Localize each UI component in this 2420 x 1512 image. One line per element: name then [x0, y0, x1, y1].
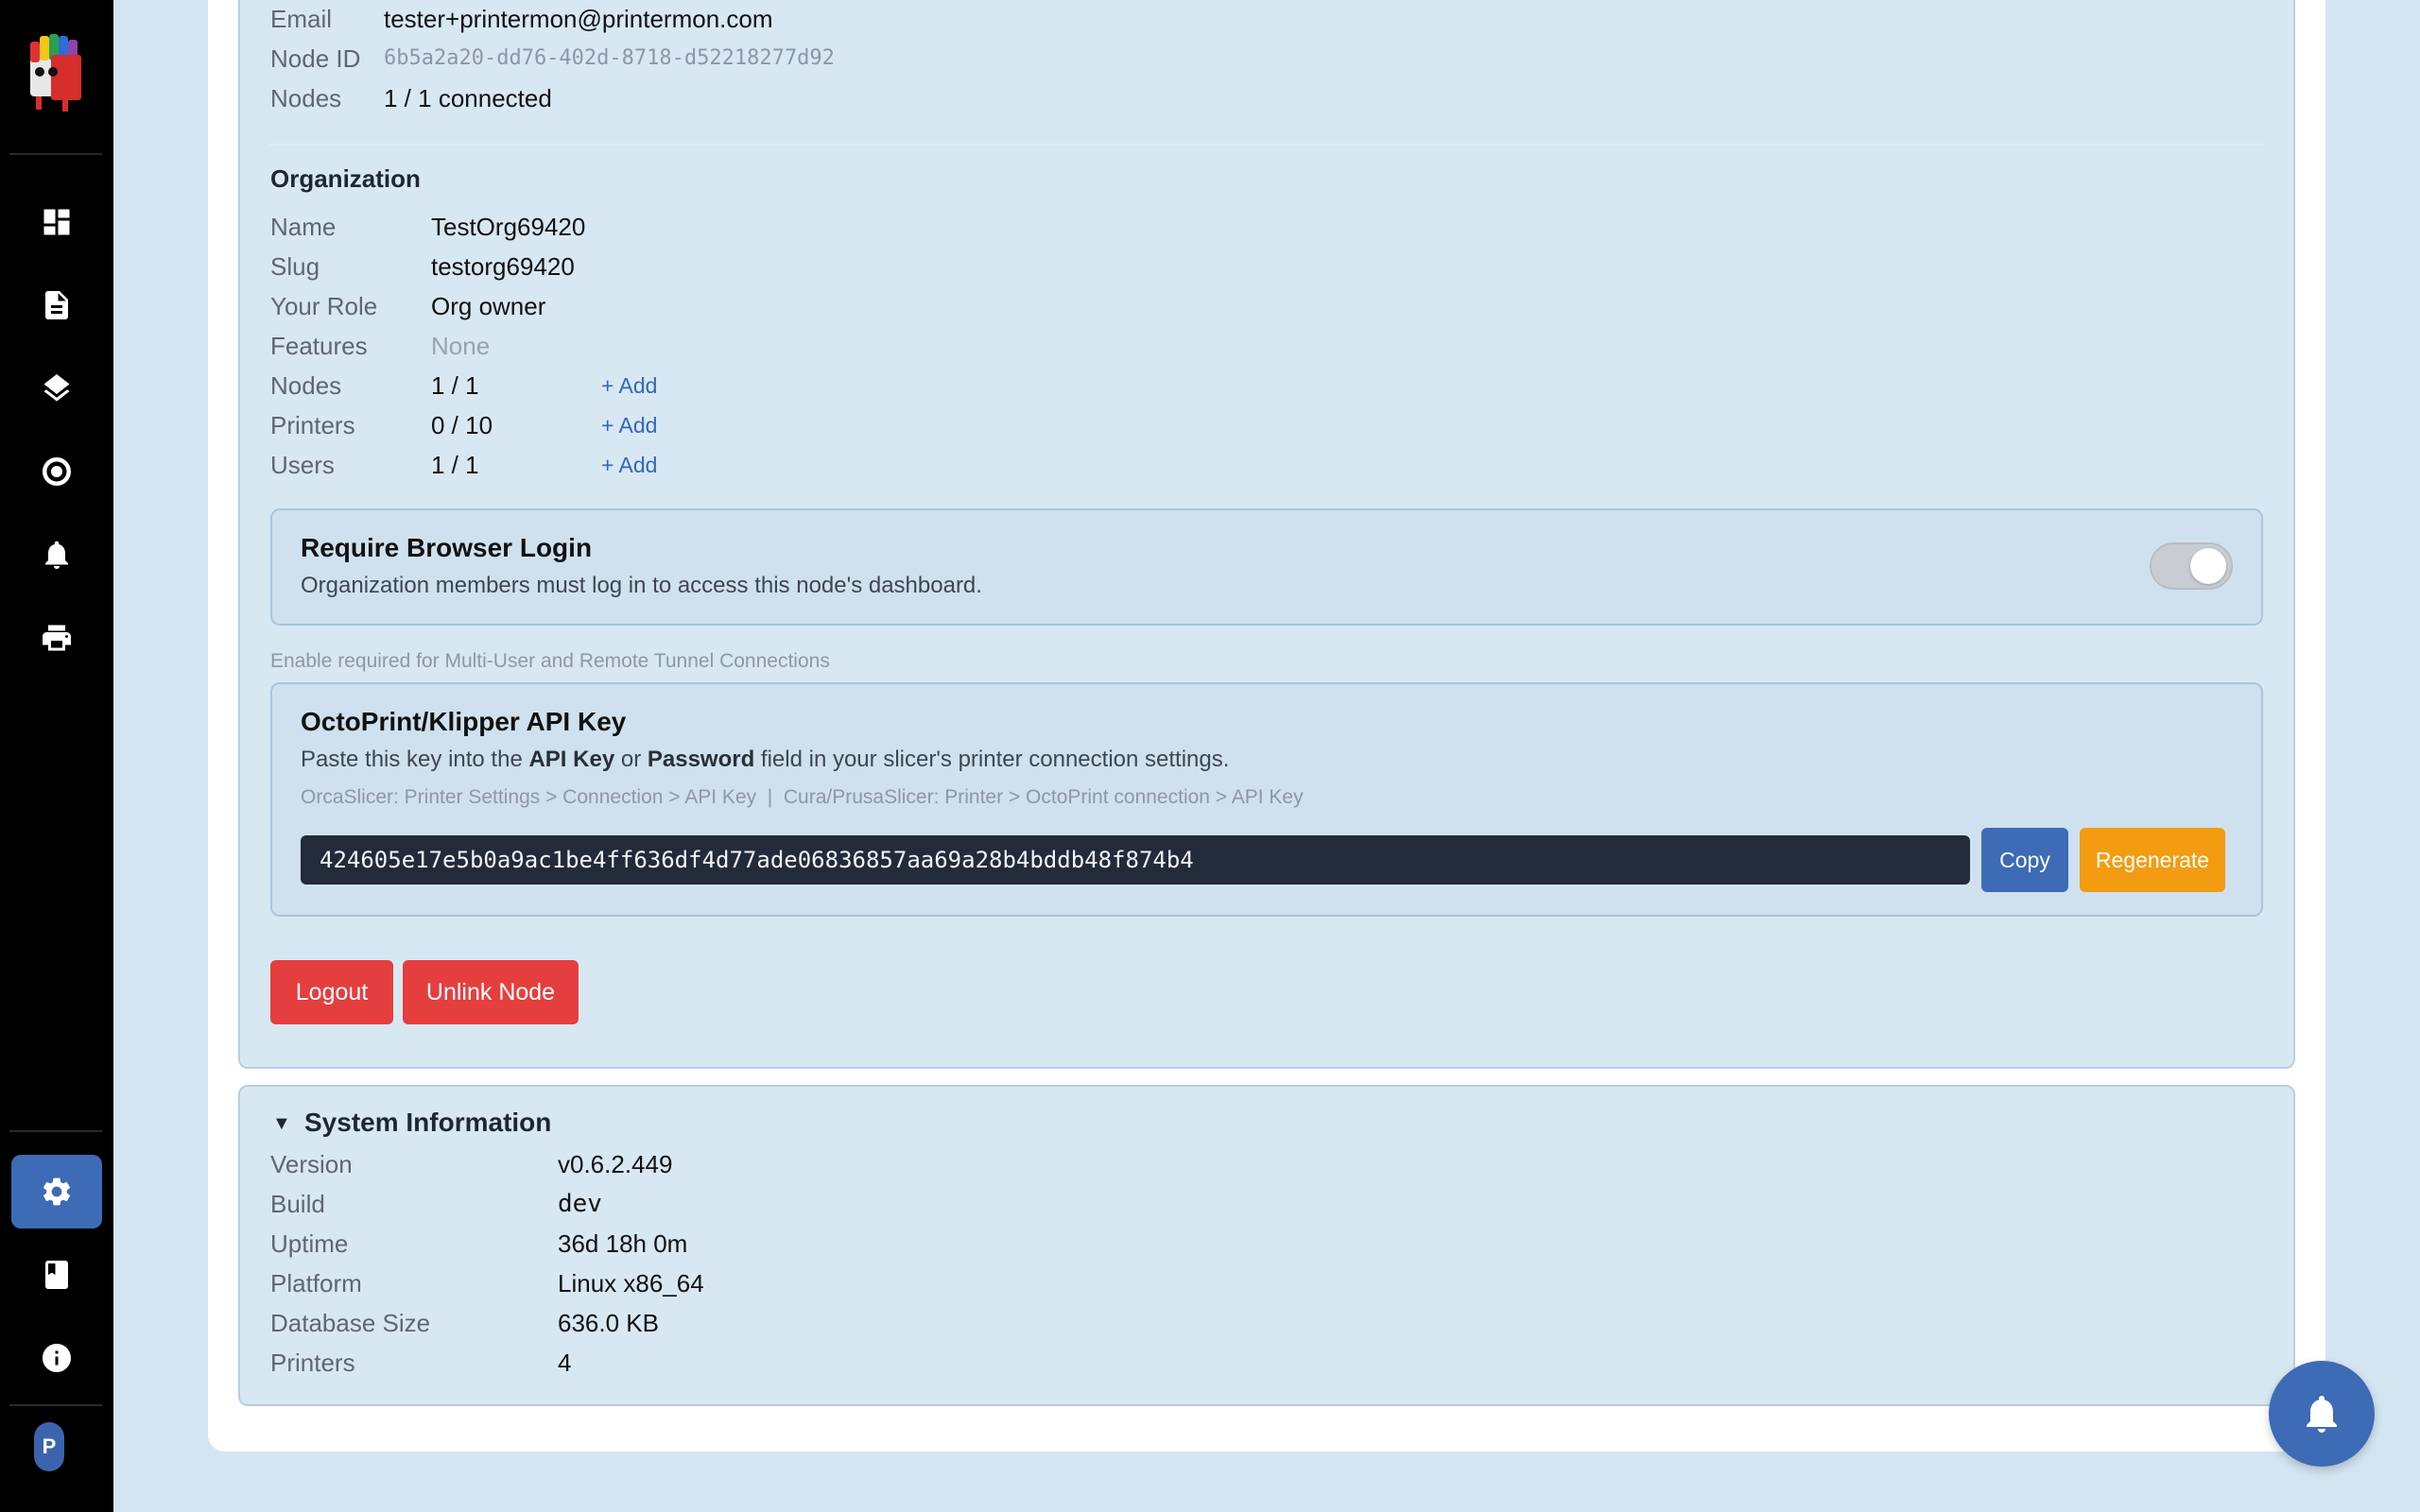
api-key-hint: OrcaSlicer: Printer Settings > Connectio…: [301, 786, 1304, 808]
api-key-card: OctoPrint/Klipper API Key Paste this key…: [270, 682, 2263, 917]
app-logo[interactable]: [23, 28, 91, 113]
add-printer-link[interactable]: + Add: [601, 410, 657, 440]
unlink-node-button[interactable]: Unlink Node: [403, 960, 579, 1024]
target-icon: [43, 457, 71, 486]
email-label: Email: [270, 5, 333, 33]
email-value: tester+printermon@printermon.com: [384, 5, 773, 33]
sys-label: Printers: [270, 1349, 355, 1377]
api-key-field[interactable]: 424605e17e5b0a9ac1be4ff636df4d77ade06836…: [301, 835, 1970, 885]
copy-button[interactable]: Copy: [1981, 828, 2068, 892]
add-node-link[interactable]: + Add: [601, 370, 657, 401]
nav-target[interactable]: [11, 435, 102, 508]
sys-value: 4: [558, 1349, 572, 1377]
nav-dashboard[interactable]: [11, 185, 102, 259]
node-id-value: 6b5a2a20-dd76-402d-8718-d52218277d92: [384, 46, 835, 70]
printer-icon: [43, 625, 71, 651]
organization-title: Organization: [270, 164, 421, 193]
sidebar: P: [0, 0, 113, 1512]
org-users-value: 1 / 1: [431, 451, 479, 479]
gear-icon: [43, 1177, 71, 1206]
org-slug-label: Slug: [270, 252, 320, 281]
sys-label: Database Size: [270, 1309, 431, 1337]
bell-icon: [2307, 1396, 2337, 1433]
org-slug-value: testorg69420: [431, 252, 575, 281]
toggle-knob: [2190, 548, 2226, 584]
sidebar-divider: [9, 1404, 102, 1406]
book-icon: [45, 1261, 68, 1289]
nav-printers[interactable]: [11, 601, 102, 675]
api-key-description: Paste this key into the API Key or Passw…: [301, 747, 1230, 772]
nodes-value: 1 / 1 connected: [384, 84, 552, 112]
org-printers-label: Printers: [270, 411, 355, 439]
node-id-label: Node ID: [270, 44, 361, 73]
notifications-fab[interactable]: [2269, 1361, 2375, 1467]
browser-login-toggle[interactable]: [2150, 542, 2233, 590]
org-printers-value: 0 / 10: [431, 411, 493, 439]
avatar[interactable]: P: [34, 1422, 64, 1471]
add-user-link[interactable]: + Add: [601, 450, 657, 480]
browser-login-note: Enable required for Multi-User and Remot…: [270, 650, 830, 672]
info-icon: [43, 1344, 71, 1372]
browser-login-card: Require Browser Login Organization membe…: [270, 508, 2263, 626]
browser-login-title: Require Browser Login: [301, 533, 593, 562]
sidebar-divider: [9, 1130, 102, 1132]
nav-about[interactable]: [11, 1321, 102, 1395]
org-role-value: Org owner: [431, 292, 546, 320]
org-nodes-label: Nodes: [270, 371, 342, 400]
nav-layers[interactable]: [11, 352, 102, 425]
dashboard-icon: [43, 209, 70, 235]
sys-label: Platform: [270, 1269, 362, 1297]
browser-login-description: Organization members must log in to acce…: [301, 573, 982, 598]
sys-label: Uptime: [270, 1229, 349, 1258]
settings-panel: Email tester+printermon@printermon.com N…: [208, 0, 2325, 1452]
bell-icon: [45, 541, 68, 569]
nav-docs[interactable]: [11, 1238, 102, 1312]
sys-value: 636.0 KB: [558, 1309, 659, 1337]
org-features-value: None: [431, 332, 491, 360]
sys-value: 36d 18h 0m: [558, 1229, 688, 1258]
org-name-value: TestOrg69420: [431, 213, 586, 241]
sys-label: Version: [270, 1150, 353, 1178]
nav-files[interactable]: [11, 268, 102, 342]
system-info-title[interactable]: System Information: [304, 1108, 551, 1138]
sys-label: Build: [270, 1190, 325, 1218]
regenerate-button[interactable]: Regenerate: [2080, 828, 2225, 892]
logout-button[interactable]: Logout: [270, 960, 393, 1024]
nav-settings[interactable]: [11, 1155, 102, 1228]
layers-icon: [43, 374, 70, 402]
sys-value: Linux x86_64: [558, 1269, 704, 1297]
system-info-card: ▼ System Information Version v0.6.2.449 …: [238, 1085, 2295, 1406]
org-name-label: Name: [270, 213, 337, 241]
sidebar-divider: [9, 153, 102, 155]
nodes-label: Nodes: [270, 84, 342, 112]
api-key-title: OctoPrint/Klipper API Key: [301, 707, 627, 736]
sys-value: v0.6.2.449: [558, 1150, 673, 1178]
sys-value: dev: [558, 1190, 602, 1218]
org-role-label: Your Role: [270, 292, 378, 320]
nav-notifications[interactable]: [11, 518, 102, 592]
document-icon: [45, 291, 68, 319]
org-features-label: Features: [270, 332, 368, 360]
org-nodes-value: 1 / 1: [431, 371, 479, 400]
account-card: Email tester+printermon@printermon.com N…: [238, 0, 2295, 1069]
org-users-label: Users: [270, 451, 335, 479]
section-divider: [270, 144, 2263, 146]
collapse-caret-icon[interactable]: ▼: [272, 1113, 291, 1135]
